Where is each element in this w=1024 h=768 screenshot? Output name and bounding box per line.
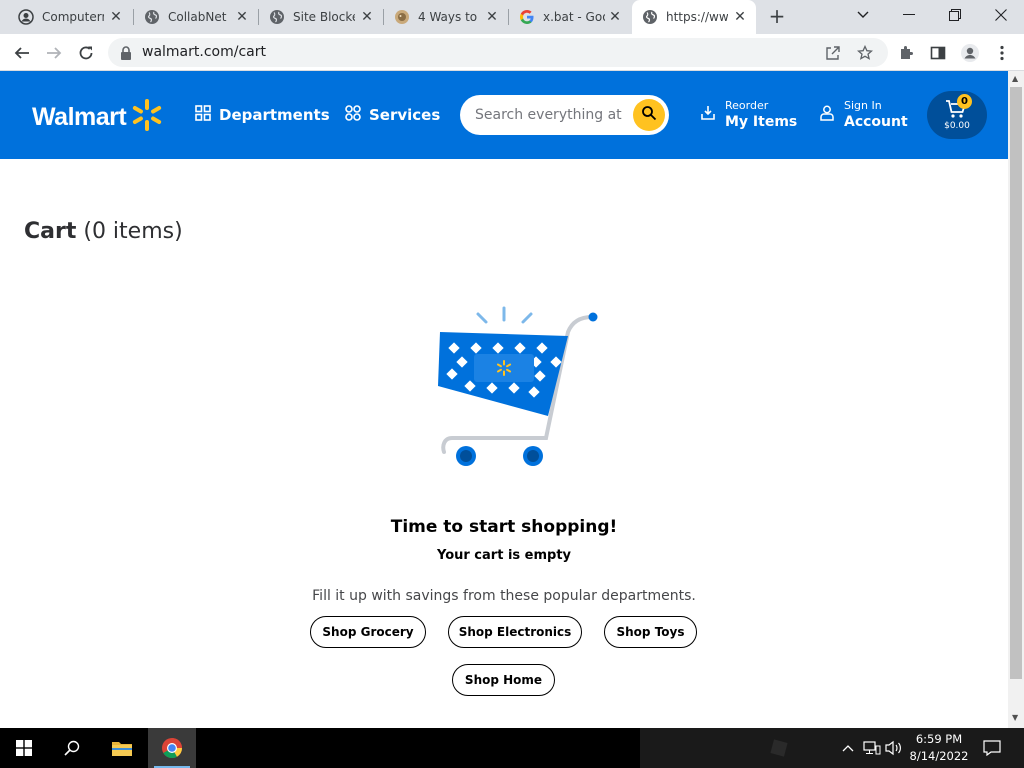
tab-walmart-active[interactable]: https://ww ✕: [632, 0, 756, 34]
search-input[interactable]: [475, 103, 625, 127]
grid-icon: [195, 105, 211, 125]
forward-arrow-icon[interactable]: [40, 39, 68, 67]
scroll-up-arrow-icon[interactable]: ▲: [1012, 74, 1018, 83]
clock-date: 8/14/2022: [909, 749, 969, 763]
globe-icon: [642, 9, 658, 25]
share-icon[interactable]: [824, 44, 842, 62]
new-tab-button[interactable]: +: [765, 5, 789, 29]
windows-taskbar: 6:59 PM 8/14/2022: [0, 728, 1024, 768]
account-label: Account: [844, 114, 908, 130]
file-explorer-icon[interactable]: [98, 728, 146, 768]
account-circle-icon: [18, 9, 34, 25]
chrome-menu-icon[interactable]: [992, 43, 1012, 63]
tab-title: Site Blocke: [293, 10, 355, 24]
walmart-spark-icon: [132, 98, 162, 136]
my-items-label: My Items: [725, 114, 798, 130]
departments-label: Departments: [219, 106, 330, 124]
reload-icon[interactable]: [72, 39, 100, 67]
extensions-puzzle-icon[interactable]: [896, 43, 916, 63]
cart-item-count: (0 items): [83, 219, 183, 244]
wikihow-icon: [394, 9, 410, 25]
restore-icon[interactable]: [932, 0, 978, 30]
shop-grocery-button[interactable]: Shop Grocery: [310, 616, 426, 648]
chrome-taskbar-icon[interactable]: [148, 728, 196, 768]
volume-icon[interactable]: [884, 738, 904, 758]
sign-in-label: Sign In: [844, 99, 882, 112]
tab-title: CollabNet: [168, 10, 227, 24]
shop-electronics-button[interactable]: Shop Electronics: [448, 616, 582, 648]
cart-title: Cart: [24, 219, 77, 244]
close-icon[interactable]: ✕: [607, 9, 623, 25]
tab-computerm[interactable]: Computerm ✕: [8, 0, 132, 34]
close-icon[interactable]: ✕: [359, 9, 375, 25]
empty-cart-subtitle: Your cart is empty: [436, 548, 572, 563]
lock-icon[interactable]: [120, 45, 132, 64]
shop-toys-button[interactable]: Shop Toys: [604, 616, 697, 648]
browser-toolbar: walmart.com/cart: [0, 34, 1024, 71]
scrollbar-thumb[interactable]: [1010, 87, 1022, 679]
reorder-icon: [700, 105, 716, 125]
walmart-search-box: [460, 95, 669, 135]
tab-search-chevron-icon[interactable]: [840, 0, 886, 30]
search-button[interactable]: [633, 99, 665, 131]
user-icon: [820, 105, 834, 125]
profile-avatar-icon[interactable]: [960, 43, 980, 63]
search-icon: [641, 105, 657, 125]
scroll-down-arrow-icon[interactable]: ▼: [1012, 713, 1018, 722]
tab-site-blocker[interactable]: Site Blocke ✕: [259, 0, 383, 34]
reorder-label: Reorder: [725, 99, 769, 112]
search-taskbar-icon[interactable]: [48, 728, 96, 768]
shop-home-button[interactable]: Shop Home: [452, 664, 555, 696]
services-label: Services: [369, 106, 441, 124]
globe-icon: [269, 9, 285, 25]
roblox-tray-icon[interactable]: [768, 737, 790, 759]
tab-collabnet[interactable]: CollabNet ✕: [134, 0, 258, 34]
network-icon[interactable]: [862, 738, 882, 758]
minimize-icon[interactable]: [886, 0, 932, 30]
reorder-my-items-button[interactable]: Reorder My Items: [700, 99, 797, 131]
tab-4-ways[interactable]: 4 Ways to T ✕: [384, 0, 508, 34]
clock-time: 6:59 PM: [915, 732, 963, 746]
close-icon[interactable]: ✕: [732, 9, 748, 25]
services-grid-icon: [345, 105, 361, 125]
close-icon[interactable]: ✕: [234, 9, 250, 25]
cart-button[interactable]: 0 $0.00: [927, 91, 987, 139]
windows-start-icon[interactable]: [0, 728, 48, 768]
empty-cart-message: Fill it up with savings from these popul…: [312, 588, 696, 604]
tab-title: Computerm: [42, 10, 104, 24]
tab-x-bat[interactable]: x.bat - Goo ✕: [509, 0, 631, 34]
walmart-logo-text: Walmart: [32, 102, 127, 131]
cart-total: $0.00: [944, 121, 970, 131]
browser-tab-strip: Computerm ✕ CollabNet ✕ Site Blocke ✕ 4 …: [0, 0, 1024, 34]
side-panel-icon[interactable]: [928, 43, 948, 63]
close-window-icon[interactable]: [978, 0, 1024, 30]
tab-title: x.bat - Goo: [543, 10, 605, 24]
chevron-up-icon[interactable]: [838, 738, 858, 758]
empty-cart-illustration: [430, 300, 610, 479]
url-text[interactable]: walmart.com/cart: [142, 44, 266, 60]
walmart-logo[interactable]: Walmart: [32, 98, 162, 136]
bookmark-star-icon[interactable]: [856, 44, 874, 62]
empty-cart-title: Time to start shopping!: [390, 517, 618, 537]
tab-title: 4 Ways to T: [418, 10, 480, 24]
globe-icon: [144, 9, 160, 25]
services-button[interactable]: Services: [345, 105, 440, 125]
cart-heading: Cart (0 items): [24, 219, 183, 244]
tab-title: https://ww: [666, 10, 728, 24]
notifications-icon[interactable]: [982, 738, 1002, 758]
sign-in-account-button[interactable]: Sign In Account: [820, 99, 908, 131]
cart-count-badge: 0: [957, 94, 972, 109]
departments-button[interactable]: Departments: [195, 105, 330, 125]
vertical-scrollbar[interactable]: ▲ ▼: [1008, 71, 1024, 728]
back-arrow-icon[interactable]: [8, 39, 36, 67]
walmart-header: Walmart Departments Services Search ever…: [0, 71, 1008, 159]
google-icon: [519, 9, 535, 25]
close-icon[interactable]: ✕: [108, 9, 124, 25]
taskbar-clock[interactable]: 6:59 PM 8/14/2022: [906, 731, 972, 765]
close-icon[interactable]: ✕: [484, 9, 500, 25]
address-bar[interactable]: walmart.com/cart: [108, 38, 888, 67]
